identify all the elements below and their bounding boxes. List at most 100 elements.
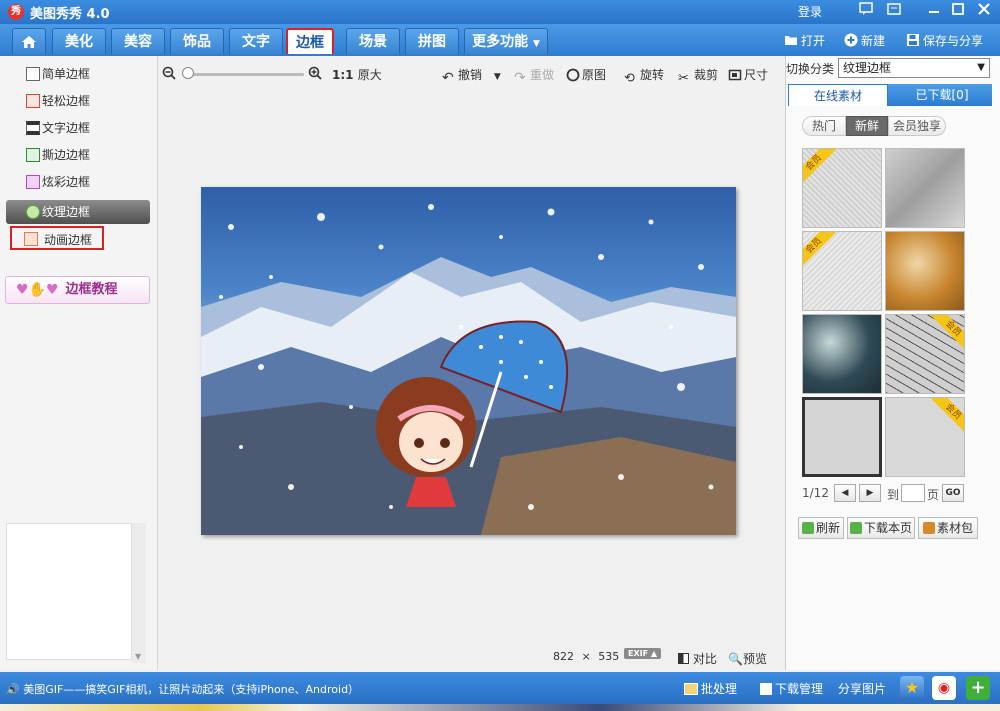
page-unit-label: 页 xyxy=(927,488,940,502)
share-image-button[interactable]: 分享图片 xyxy=(838,680,886,697)
batch-button[interactable]: 批处理 xyxy=(684,680,737,697)
exif-label: EXIF xyxy=(628,649,649,658)
scroll-down-icon[interactable]: ▼ xyxy=(135,652,141,661)
zoom-out-icon[interactable] xyxy=(162,66,176,83)
preview-label: 预览 xyxy=(742,652,767,666)
filter-new[interactable]: 新鲜 xyxy=(846,116,888,136)
frame-item-torn[interactable]: 撕边边框 xyxy=(6,143,150,167)
material-thumb[interactable] xyxy=(885,148,965,228)
tab-scene[interactable]: 场景 xyxy=(346,28,400,54)
frame-item-text[interactable]: 文字边框 xyxy=(6,116,150,140)
material-tabs: 在线素材 已下载[0] xyxy=(788,84,992,106)
menu-icon[interactable] xyxy=(884,2,904,22)
home-button[interactable] xyxy=(12,28,46,54)
frame-item-animation[interactable]: 动画边框 xyxy=(10,226,104,250)
close-icon[interactable] xyxy=(974,2,994,22)
tab-online-material[interactable]: 在线素材 xyxy=(788,84,888,106)
preview-icon: 🔍 xyxy=(728,652,743,666)
open-button[interactable]: 打开 xyxy=(784,32,825,49)
next-page-button[interactable]: ▶ xyxy=(859,484,881,502)
material-thumb[interactable] xyxy=(802,314,882,394)
save-share-label: 保存与分享 xyxy=(923,34,984,48)
size-button[interactable]: 尺寸 xyxy=(728,66,768,83)
size-label: 尺寸 xyxy=(744,68,769,82)
left-scrollbar[interactable]: ▼ xyxy=(132,523,146,663)
prev-page-button[interactable]: ◀ xyxy=(834,484,856,502)
category-select[interactable]: 纹理边框 ▼ xyxy=(838,58,990,78)
download-icon xyxy=(849,522,862,534)
switch-category-label: 切换分类 xyxy=(786,62,835,76)
download-manager-button[interactable]: 下载管理 xyxy=(760,680,823,697)
save-share-button[interactable]: 保存与分享 xyxy=(906,32,983,49)
material-panel: 切换分类 纹理边框 ▼ 在线素材 已下载[0] 热门 新鲜 会员独享 会员 会员… xyxy=(785,56,1000,670)
zoom-in-icon[interactable] xyxy=(308,66,322,83)
preview-button[interactable]: 🔍预览 xyxy=(728,650,767,667)
material-thumb[interactable]: 会员 xyxy=(885,397,965,477)
material-thumb[interactable]: 会员 xyxy=(885,314,965,394)
tab-face[interactable]: 美容 xyxy=(111,28,165,54)
colorful-frame-icon xyxy=(26,175,40,189)
goto-label: 到 xyxy=(887,488,900,502)
download-manager-icon xyxy=(760,683,772,695)
actual-size-button[interactable]: 1:1 原大 xyxy=(332,66,382,83)
redo-button[interactable]: ↷ 重做 xyxy=(514,66,554,85)
frame-tutorial-button[interactable]: ♥✋♥ 边框教程 xyxy=(5,276,150,304)
exif-button[interactable]: EXIF ▲ xyxy=(624,648,662,659)
tab-accessories[interactable]: 饰品 xyxy=(170,28,224,54)
material-pack-button[interactable]: 素材包 xyxy=(918,517,978,539)
material-thumb[interactable]: 会员 xyxy=(802,231,882,311)
login-link[interactable]: 登录 xyxy=(798,3,822,20)
tab-downloaded[interactable]: 已下载[0] xyxy=(892,84,992,106)
save-icon xyxy=(907,34,919,46)
tab-frame[interactable]: 边框 xyxy=(286,28,334,54)
filter-hot[interactable]: 热门 xyxy=(802,116,846,136)
promo-message[interactable]: 🔊 美图GIF——搞笑GIF相机，让照片动起来（支持iPhone、Android… xyxy=(6,681,359,697)
download-page-label: 下载本页 xyxy=(863,521,912,535)
member-badge: 会员 xyxy=(803,149,836,185)
tab-collage[interactable]: 拼图 xyxy=(405,28,459,54)
tab-beautify[interactable]: 美化 xyxy=(52,28,106,54)
edited-photo[interactable] xyxy=(201,187,736,535)
app-title: 美图秀秀 4.0 xyxy=(30,7,110,22)
minimize-icon[interactable] xyxy=(924,2,944,22)
frame-item-colorful[interactable]: 炫彩边框 xyxy=(6,170,150,194)
material-thumb[interactable] xyxy=(885,231,965,311)
tab-text[interactable]: 文字 xyxy=(229,28,283,54)
feedback-icon[interactable] xyxy=(856,2,876,22)
original-label: 原图 xyxy=(582,68,607,82)
frame-item-simple[interactable]: 简单边框 xyxy=(6,62,150,86)
add-icon[interactable]: + xyxy=(966,676,990,700)
page-number-input[interactable] xyxy=(901,484,925,502)
zoom-slider-handle[interactable] xyxy=(182,67,194,79)
crop-label: 裁剪 xyxy=(694,68,719,82)
folder-icon xyxy=(785,36,797,45)
download-page-button[interactable]: 下载本页 xyxy=(847,517,915,539)
frame-item-label: 文字边框 xyxy=(42,121,91,135)
compare-button[interactable]: 对比 xyxy=(678,650,717,667)
crop-button[interactable]: ✂ 裁剪 xyxy=(678,66,718,86)
weibo-icon[interactable]: ◉ xyxy=(932,676,956,700)
promo-text: 美图GIF——搞笑GIF相机，让照片动起来（支持iPhone、Android） xyxy=(23,683,360,696)
tab-more[interactable]: 更多功能 ▼ xyxy=(464,28,548,54)
refresh-button[interactable]: 刷新 xyxy=(798,517,844,539)
frame-item-texture[interactable]: 纹理边框 xyxy=(6,200,150,224)
material-thumb[interactable] xyxy=(802,397,882,477)
go-button[interactable]: GO xyxy=(942,484,964,502)
undo-icon: ↶ xyxy=(442,70,454,86)
rotate-button[interactable]: ⟲ 旋转 xyxy=(624,66,664,86)
simple-frame-icon xyxy=(26,67,40,81)
compare-label: 对比 xyxy=(692,652,717,666)
filter-member[interactable]: 会员独享 xyxy=(888,116,946,136)
zoom-slider[interactable] xyxy=(184,73,304,76)
batch-label: 批处理 xyxy=(701,682,738,696)
undo-dropdown-icon[interactable]: ▼ xyxy=(494,72,501,82)
undo-button[interactable]: ↶ 撤销 ▼ xyxy=(442,66,501,85)
frame-item-easy[interactable]: 轻松边框 xyxy=(6,89,150,113)
material-thumb[interactable]: 会员 xyxy=(802,148,882,228)
new-button[interactable]: 新建 xyxy=(844,32,885,49)
image-dimensions: 822 × 535 xyxy=(553,650,619,663)
star-icon[interactable]: ★ xyxy=(900,676,924,700)
redo-label: 重做 xyxy=(530,68,555,82)
original-image-button[interactable]: 原图 xyxy=(566,66,606,83)
maximize-icon[interactable] xyxy=(948,2,968,22)
